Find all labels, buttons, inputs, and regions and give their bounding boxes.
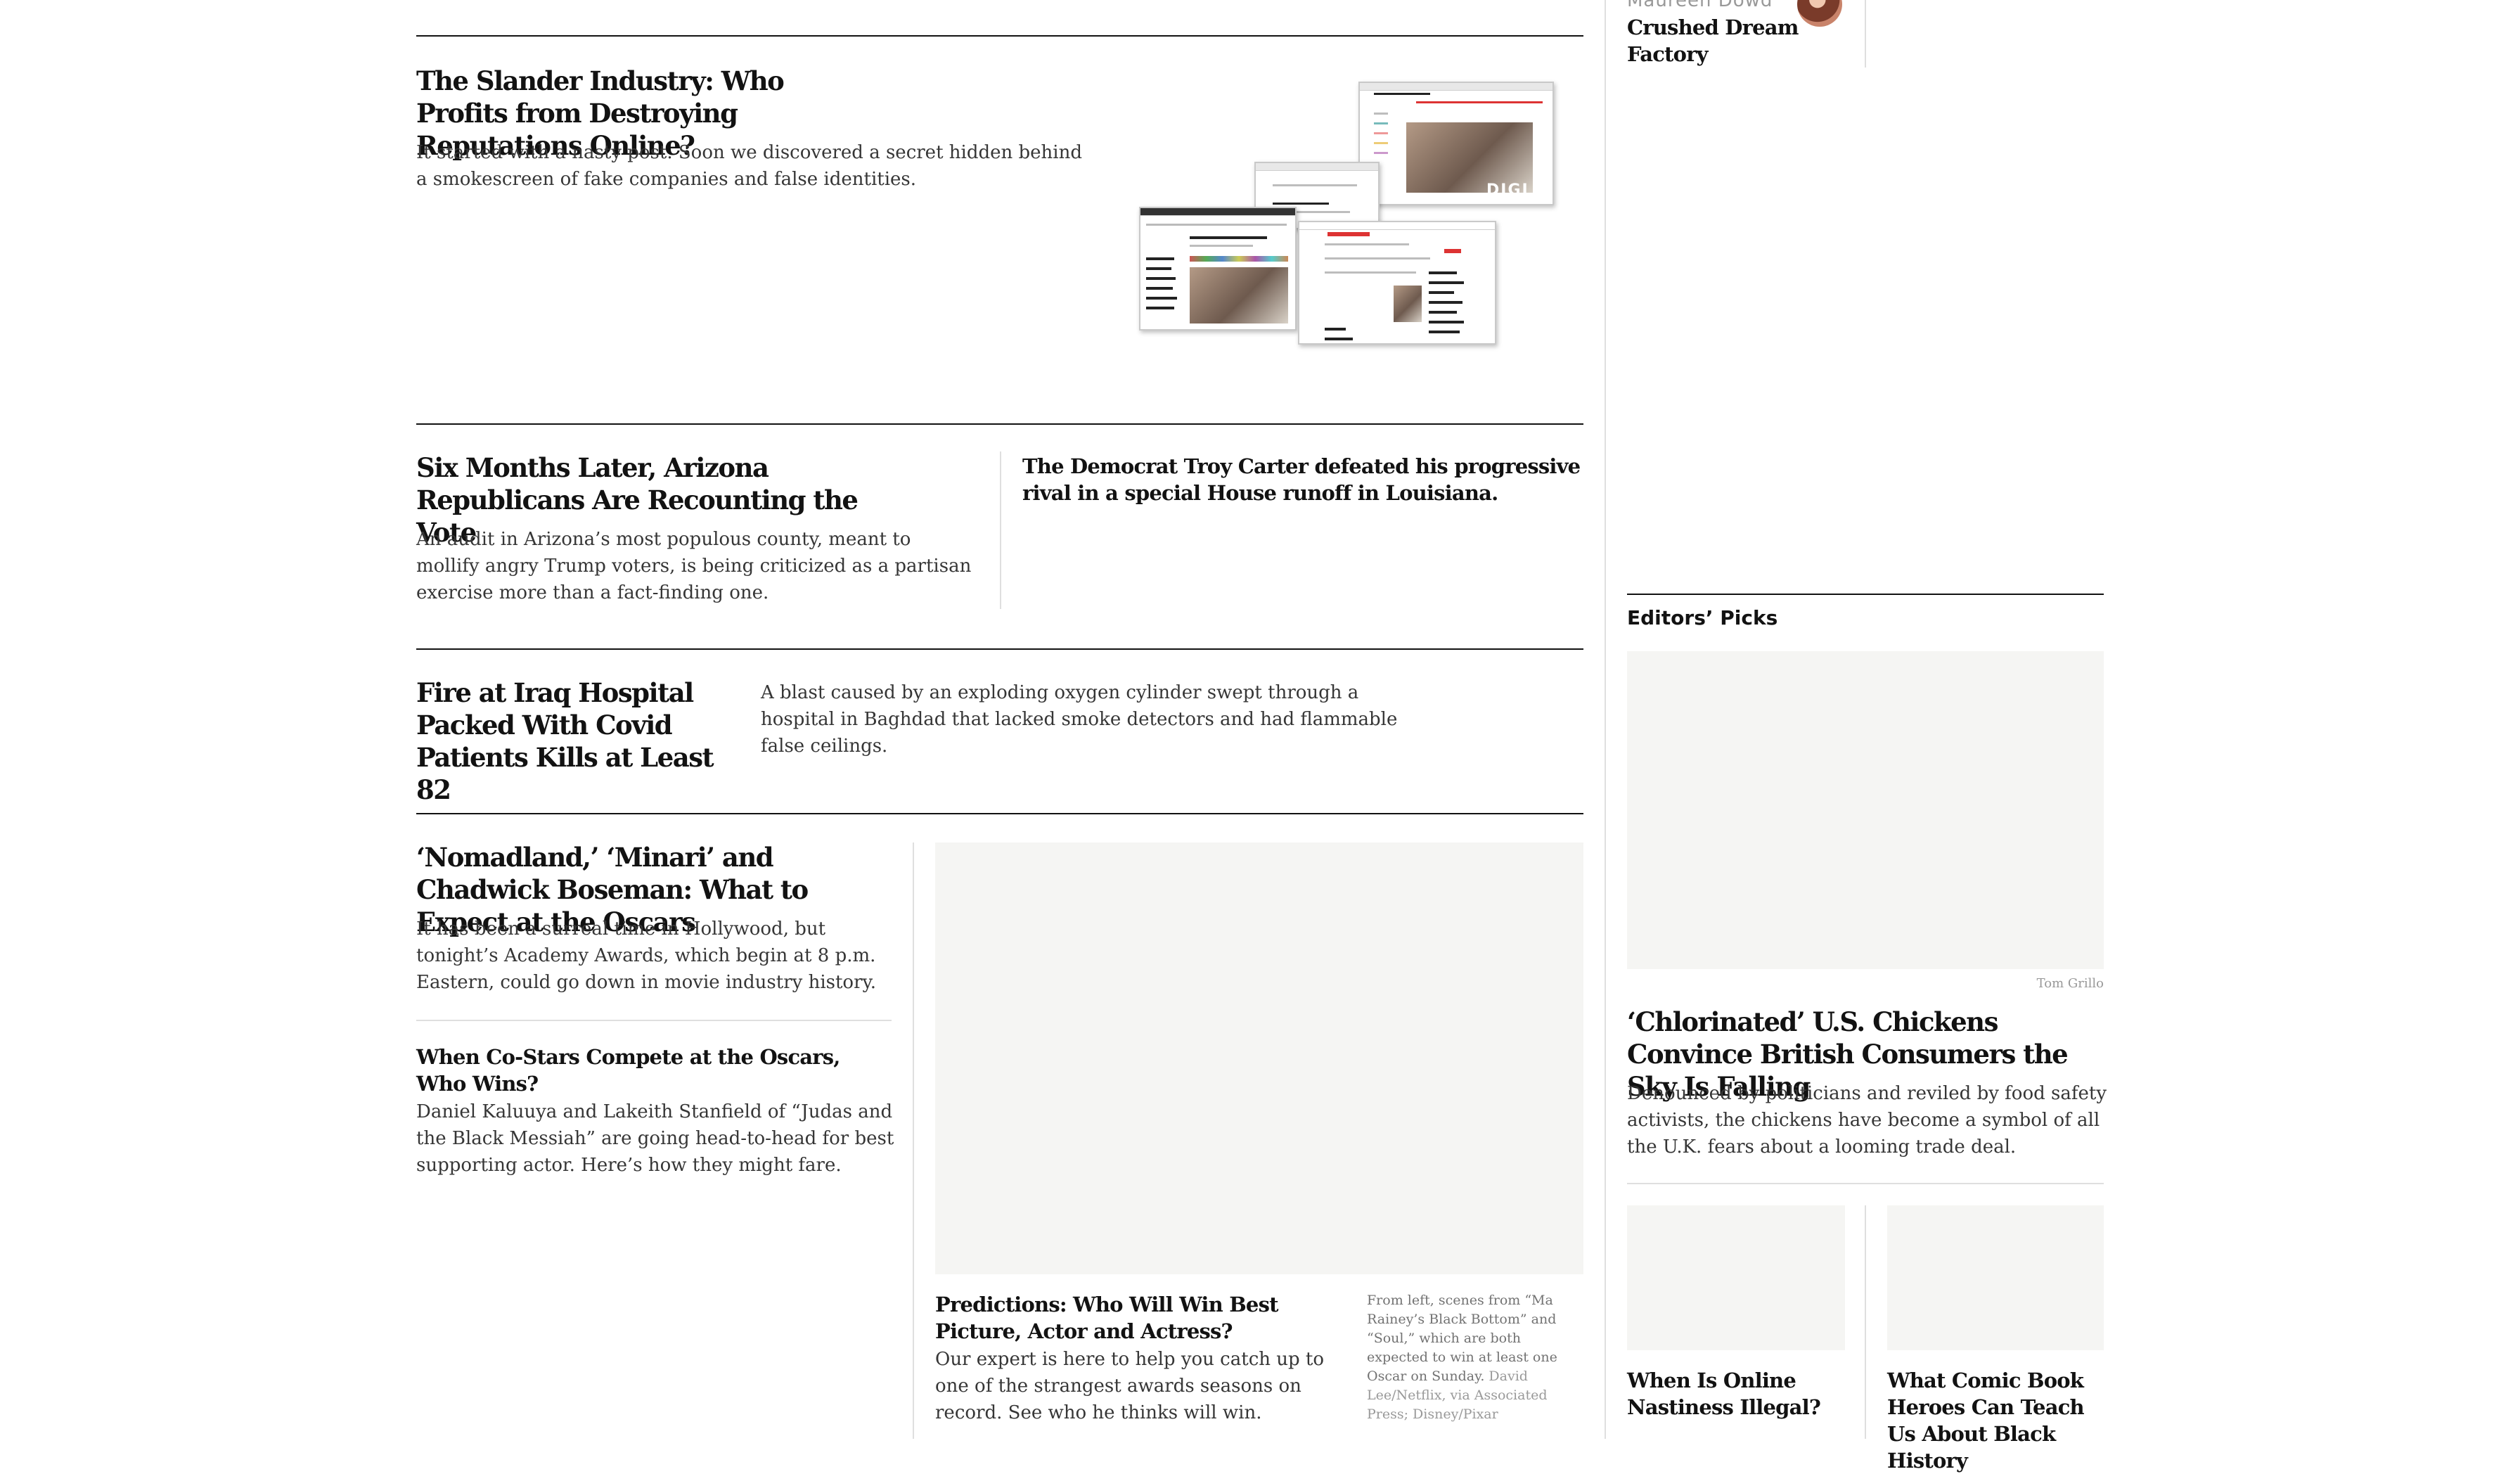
story-image-collage[interactable]: DIGI [1139,79,1561,346]
editors-pick-thumb[interactable] [1627,1205,1845,1350]
story-divider [1627,1183,2104,1184]
story-summary: An audit in Arizona’s most populous coun… [416,529,972,603]
story-summary: A blast caused by an exploding oxygen cy… [761,682,1398,757]
editors-picks-label: Editors’ Picks [1627,606,1778,629]
section-rule [1627,594,2104,595]
section-rule [416,423,1583,425]
story-divider [416,1020,892,1021]
column-divider [1865,1205,1866,1439]
section-rule [416,813,1583,814]
story-summary: It has been a surreal time in Hollywood,… [416,918,877,993]
story-headline[interactable]: Predictions: Who Will Win Best Picture, … [935,1291,1329,1345]
image-caption: From left, scenes from “Ma Rainey’s Blac… [1367,1291,1586,1424]
story-summary: It started with a nasty post. Soon we di… [416,142,1083,190]
column-divider [1000,451,1001,609]
editors-pick-image[interactable] [1627,651,2104,969]
story-image[interactable] [935,842,1583,1274]
story-headline[interactable]: The Democrat Troy Carter defeated his pr… [1022,453,1585,506]
section-rule [416,648,1583,650]
sidebar-top-headline[interactable]: Crushed Dream Factory [1627,14,1817,68]
section-rule [416,35,1583,37]
editors-pick-summary: Denounced by politicians and reviled by … [1627,1083,2107,1158]
editors-pick-headline[interactable]: What Comic Book Heroes Can Teach Us Abou… [1887,1367,2105,1474]
column-divider [913,842,914,1439]
story-headline[interactable]: When Co-Stars Compete at the Oscars, Who… [416,1044,866,1097]
sidebar-top-divider [1865,0,1866,68]
partial-byline: Maureen Dowd [1627,0,1773,11]
editors-pick-headline[interactable]: When Is Online Nastiness Illegal? [1627,1367,1838,1421]
caption-text: From left, scenes from “Ma Rainey’s Blac… [1367,1293,1557,1384]
sidebar-divider [1605,0,1606,1439]
story-headline[interactable]: Fire at Iraq Hospital Packed With Covid … [416,677,740,806]
story-summary: Our expert is here to help you catch up … [935,1349,1325,1423]
editors-pick-thumb[interactable] [1887,1205,2104,1350]
story-summary: Daniel Kaluuya and Lakeith Stanfield of … [416,1101,894,1176]
image-credit: Tom Grillo [2036,976,2104,991]
